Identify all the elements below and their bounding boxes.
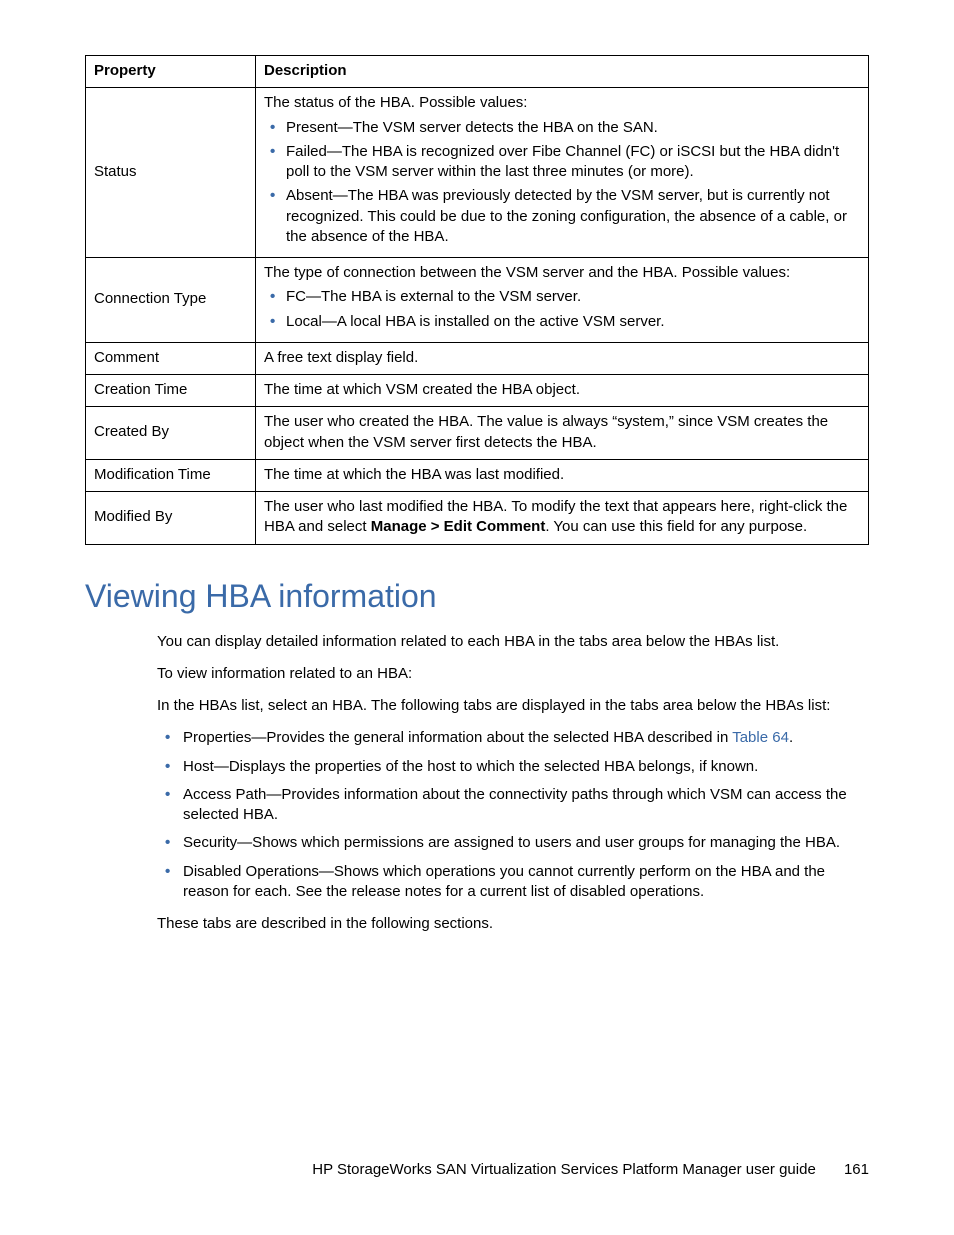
list-item: Present—The VSM server detects the HBA o… bbox=[264, 118, 860, 138]
cell-description: The time at which VSM created the HBA ob… bbox=[256, 375, 869, 407]
list-item: FC—The HBA is external to the VSM server… bbox=[264, 287, 860, 307]
table-row: Connection Type The type of connection b… bbox=[86, 258, 869, 343]
cross-ref-link[interactable]: Table 64 bbox=[732, 729, 789, 746]
list-item: Access Path—Provides information about t… bbox=[157, 785, 869, 826]
cell-property: Comment bbox=[86, 342, 256, 374]
footer-title: HP StorageWorks SAN Virtualization Servi… bbox=[312, 1161, 816, 1178]
list-item: Security—Shows which permissions are ass… bbox=[157, 833, 869, 853]
properties-table: Property Description Status The status o… bbox=[85, 55, 869, 545]
list-item: Absent—The HBA was previously detected b… bbox=[264, 186, 860, 247]
table-row: Creation Time The time at which VSM crea… bbox=[86, 375, 869, 407]
cell-description: The type of connection between the VSM s… bbox=[256, 258, 869, 343]
page-footer: HP StorageWorks SAN Virtualization Servi… bbox=[0, 1160, 869, 1180]
list-item: Host—Displays the properties of the host… bbox=[157, 757, 869, 777]
cell-property: Created By bbox=[86, 407, 256, 460]
cell-lead-text: The status of the HBA. Possible values: bbox=[264, 93, 860, 113]
list-item: Disabled Operations—Shows which operatio… bbox=[157, 862, 869, 903]
paragraph: These tabs are described in the followin… bbox=[157, 914, 869, 934]
paragraph: You can display detailed information rel… bbox=[157, 632, 869, 652]
table-row: Modified By The user who last modified t… bbox=[86, 492, 869, 545]
section-heading: Viewing HBA information bbox=[85, 575, 869, 618]
table-header-row: Property Description bbox=[86, 56, 869, 88]
list-item: Local—A local HBA is installed on the ac… bbox=[264, 312, 860, 332]
cell-property: Modified By bbox=[86, 492, 256, 545]
cell-description: The time at which the HBA was last modif… bbox=[256, 459, 869, 491]
list-item: Failed—The HBA is recognized over Fibe C… bbox=[264, 142, 860, 183]
paragraph: To view information related to an HBA: bbox=[157, 664, 869, 684]
cell-bullet-list: Present—The VSM server detects the HBA o… bbox=[264, 118, 860, 248]
cell-description: The user who last modified the HBA. To m… bbox=[256, 492, 869, 545]
cell-property: Connection Type bbox=[86, 258, 256, 343]
cell-description: The status of the HBA. Possible values: … bbox=[256, 88, 869, 258]
cell-bullet-list: FC—The HBA is external to the VSM server… bbox=[264, 287, 860, 332]
col-header-property: Property bbox=[86, 56, 256, 88]
table-row: Created By The user who created the HBA.… bbox=[86, 407, 869, 460]
table-row: Modification Time The time at which the … bbox=[86, 459, 869, 491]
cell-description: The user who created the HBA. The value … bbox=[256, 407, 869, 460]
page-number: 161 bbox=[844, 1160, 869, 1180]
table-row: Comment A free text display field. bbox=[86, 342, 869, 374]
cell-property: Status bbox=[86, 88, 256, 258]
cell-lead-text: The type of connection between the VSM s… bbox=[264, 263, 860, 283]
text-run: Properties—Provides the general informat… bbox=[183, 729, 732, 746]
cell-property: Creation Time bbox=[86, 375, 256, 407]
cell-description: A free text display field. bbox=[256, 342, 869, 374]
body-bullet-list: Properties—Provides the general informat… bbox=[157, 728, 869, 902]
text-run-bold: Manage > Edit Comment bbox=[371, 518, 546, 535]
list-item: Properties—Provides the general informat… bbox=[157, 728, 869, 748]
col-header-description: Description bbox=[256, 56, 869, 88]
text-run: . You can use this field for any purpose… bbox=[545, 518, 807, 535]
cell-property: Modification Time bbox=[86, 459, 256, 491]
text-run: . bbox=[789, 729, 793, 746]
paragraph: In the HBAs list, select an HBA. The fol… bbox=[157, 696, 869, 716]
table-row: Status The status of the HBA. Possible v… bbox=[86, 88, 869, 258]
